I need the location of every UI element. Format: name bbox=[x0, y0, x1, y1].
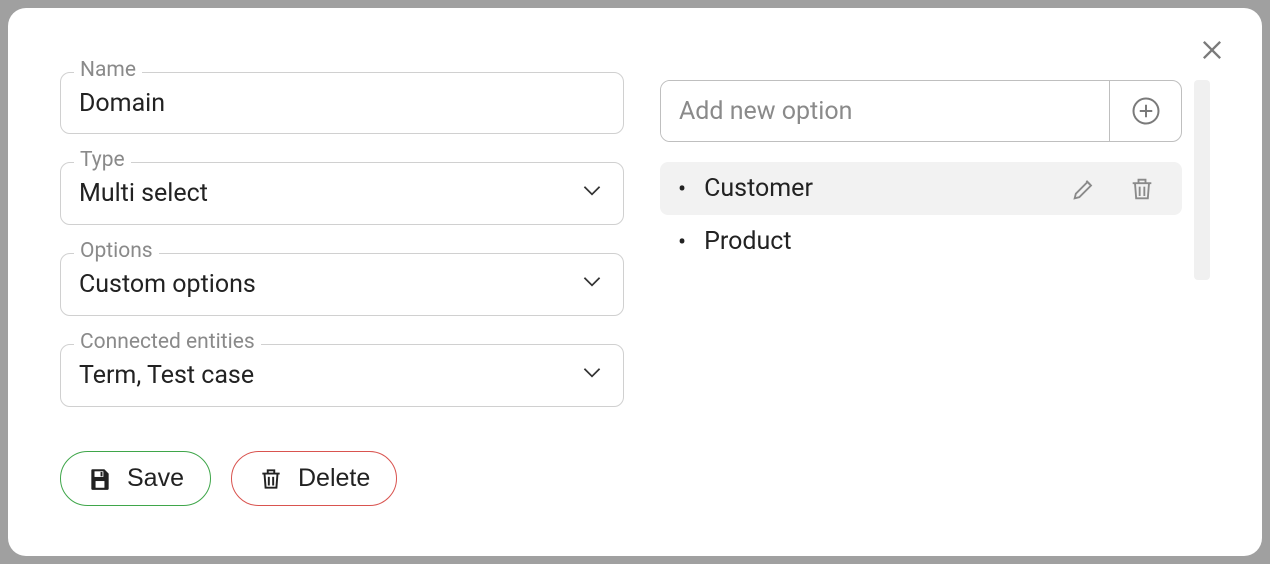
options-value: Custom options bbox=[79, 270, 256, 299]
option-label: Product bbox=[704, 227, 1164, 256]
add-option-button[interactable] bbox=[1109, 81, 1181, 141]
pencil-icon[interactable] bbox=[1070, 175, 1098, 203]
connected-field-group: Connected entities Term, Test case bbox=[60, 344, 624, 407]
name-label: Name bbox=[74, 58, 142, 82]
edit-field-dialog: Name Type Multi select Options Custom op… bbox=[8, 8, 1262, 556]
connected-label: Connected entities bbox=[74, 330, 261, 354]
trash-icon[interactable] bbox=[1128, 175, 1156, 203]
delete-button-label: Delete bbox=[298, 464, 370, 493]
chevron-down-icon bbox=[579, 359, 605, 392]
save-icon bbox=[87, 466, 113, 492]
type-field-group: Type Multi select bbox=[60, 162, 624, 225]
chevron-down-icon bbox=[579, 177, 605, 210]
options-inner: • Customer • Product bbox=[660, 80, 1182, 516]
delete-button[interactable]: Delete bbox=[231, 451, 397, 506]
close-icon bbox=[1198, 36, 1226, 64]
options-field-group: Options Custom options bbox=[60, 253, 624, 316]
option-list: • Customer • Product bbox=[660, 162, 1182, 268]
trash-icon bbox=[258, 466, 284, 492]
save-button[interactable]: Save bbox=[60, 451, 211, 506]
name-input-wrap bbox=[60, 72, 624, 134]
options-column: • Customer • Product bbox=[660, 36, 1210, 516]
action-row: Save Delete bbox=[60, 451, 624, 506]
type-select[interactable]: Multi select bbox=[60, 162, 624, 225]
scrollbar[interactable] bbox=[1194, 80, 1210, 280]
bullet-icon: • bbox=[678, 177, 686, 201]
options-label: Options bbox=[74, 239, 159, 263]
add-option-input[interactable] bbox=[661, 81, 1109, 141]
name-field-group: Name bbox=[60, 72, 624, 134]
close-button[interactable] bbox=[1198, 36, 1226, 68]
save-button-label: Save bbox=[127, 464, 184, 493]
type-label: Type bbox=[74, 148, 131, 172]
name-input[interactable] bbox=[79, 89, 605, 118]
form-column: Name Type Multi select Options Custom op… bbox=[60, 36, 624, 516]
add-option-row bbox=[660, 80, 1182, 142]
plus-circle-icon bbox=[1131, 96, 1161, 126]
option-item[interactable]: • Product bbox=[660, 215, 1182, 268]
chevron-down-icon bbox=[579, 268, 605, 301]
type-value: Multi select bbox=[79, 179, 208, 208]
bullet-icon: • bbox=[678, 230, 686, 254]
connected-value: Term, Test case bbox=[79, 361, 254, 390]
option-label: Customer bbox=[704, 174, 1058, 203]
option-item[interactable]: • Customer bbox=[660, 162, 1182, 215]
option-row-actions bbox=[1070, 175, 1164, 203]
